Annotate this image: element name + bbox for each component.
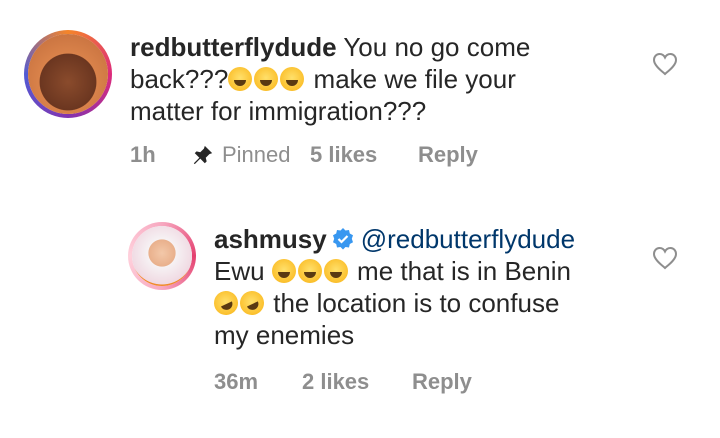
avatar[interactable] bbox=[128, 222, 196, 290]
heart-icon[interactable] bbox=[652, 246, 678, 270]
reply-button[interactable]: Reply bbox=[412, 369, 472, 395]
comment-ashmusy: ashmusy @redbutterflydude Ewu me that is… bbox=[0, 210, 720, 410]
comment-username[interactable]: ashmusy bbox=[214, 224, 327, 254]
likes-count[interactable]: 2 likes bbox=[302, 369, 412, 395]
comment-redbutterflydude: redbutterflydude You no go come back??? … bbox=[0, 0, 720, 190]
laughing-emoji-icon bbox=[228, 67, 253, 91]
comment-time: 1h bbox=[130, 142, 156, 167]
mention-link[interactable]: @redbutterflydude bbox=[361, 224, 575, 254]
verified-badge-icon bbox=[332, 228, 353, 250]
laughing-emoji-icon bbox=[271, 259, 296, 283]
comment-meta: 1h Pinned 5 likes Reply bbox=[130, 142, 478, 168]
laughing-emoji-icon bbox=[323, 259, 348, 283]
comment-meta: 36m 2 likes Reply bbox=[214, 369, 472, 395]
comment-username[interactable]: redbutterflydude bbox=[130, 32, 337, 62]
reply-button[interactable]: Reply bbox=[418, 142, 478, 168]
laughing-emoji-icon bbox=[297, 259, 322, 283]
comment-text: redbutterflydude You no go come back??? … bbox=[130, 32, 531, 126]
rolling-laughing-emoji-icon bbox=[236, 287, 268, 319]
avatar[interactable] bbox=[24, 30, 112, 118]
avatar-photo bbox=[28, 34, 108, 114]
pinned-label: Pinned bbox=[192, 142, 310, 168]
comment-time: 36m bbox=[214, 369, 259, 394]
laughing-emoji-icon bbox=[280, 67, 305, 91]
laughing-emoji-icon bbox=[254, 67, 279, 91]
pin-icon bbox=[193, 145, 213, 165]
likes-count[interactable]: 5 likes bbox=[310, 142, 418, 168]
rolling-laughing-emoji-icon bbox=[210, 287, 242, 319]
comment-text: ashmusy @redbutterflydude Ewu me that is… bbox=[210, 223, 654, 351]
heart-icon[interactable] bbox=[652, 52, 678, 76]
avatar-photo bbox=[132, 226, 192, 286]
